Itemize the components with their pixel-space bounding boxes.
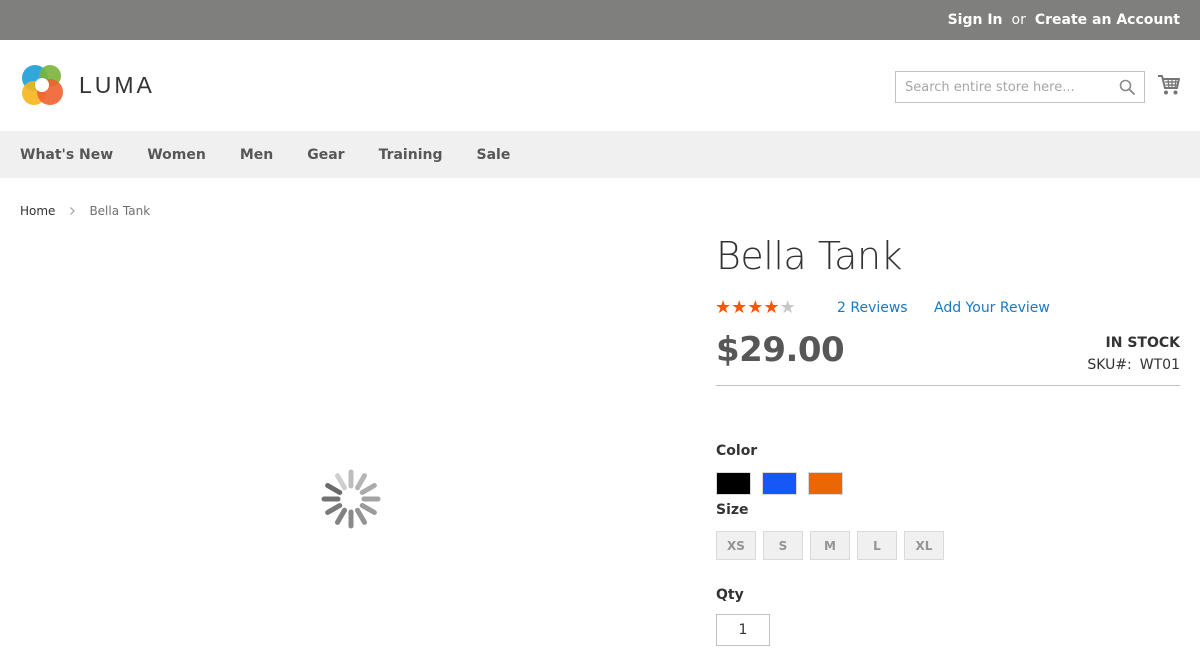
size-option-m[interactable]: M <box>810 531 850 560</box>
color-swatch-orange[interactable] <box>808 472 843 495</box>
nav-item-training[interactable]: Training <box>379 147 443 163</box>
breadcrumb-home[interactable]: Home <box>20 204 55 218</box>
nav-item-men[interactable]: Men <box>240 147 273 163</box>
search-box <box>895 71 1145 103</box>
size-option-l[interactable]: L <box>857 531 897 560</box>
sku-value: WT01 <box>1139 357 1180 373</box>
nav-item-sale[interactable]: Sale <box>476 147 510 163</box>
star-filled-icon: ★ <box>747 297 764 318</box>
create-account-link[interactable]: Create an Account <box>1035 12 1180 28</box>
breadcrumb: Home Bella Tank <box>20 204 150 218</box>
header: LUMA <box>0 40 1200 131</box>
star-filled-icon: ★ <box>715 297 732 318</box>
rating-stars: ★ ★ ★ ★ ★ <box>715 299 796 317</box>
breadcrumb-current: Bella Tank <box>89 204 151 218</box>
logo[interactable]: LUMA <box>20 62 170 108</box>
header-links: Sign In or Create an Account <box>948 0 1180 40</box>
main-nav: What's New Women Men Gear Training Sale <box>0 131 1200 178</box>
logo-text: LUMA <box>79 71 155 98</box>
search-input[interactable] <box>896 72 1144 102</box>
loading-spinner-icon <box>321 469 381 529</box>
nav-item-whats-new[interactable]: What's New <box>20 147 113 163</box>
divider <box>716 385 1180 386</box>
size-option-xs[interactable]: XS <box>716 531 756 560</box>
top-panel: Sign In or Create an Account <box>0 0 1200 40</box>
chevron-right-icon <box>70 207 76 215</box>
sku-label: SKU#: <box>1087 357 1132 373</box>
star-filled-icon: ★ <box>763 297 780 318</box>
cart-icon[interactable] <box>1157 73 1181 97</box>
star-filled-icon: ★ <box>731 297 748 318</box>
size-option-s[interactable]: S <box>763 531 803 560</box>
color-swatch-black[interactable] <box>716 472 751 495</box>
color-swatch-blue[interactable] <box>762 472 797 495</box>
qty-input[interactable] <box>717 615 769 645</box>
product-title: Bella Tank <box>716 234 903 278</box>
size-option-xl[interactable]: XL <box>904 531 944 560</box>
size-label: Size <box>716 502 749 518</box>
reviews-link[interactable]: 2 Reviews <box>837 300 908 316</box>
product-price: $29.00 <box>716 330 845 370</box>
add-review-link[interactable]: Add Your Review <box>934 300 1050 316</box>
nav-item-women[interactable]: Women <box>147 147 206 163</box>
or-text: or <box>1011 12 1026 28</box>
sku: SKU#: WT01 <box>1087 357 1180 373</box>
qty-box <box>716 614 770 646</box>
sign-in-link[interactable]: Sign In <box>948 12 1003 28</box>
stock-status: IN STOCK <box>1105 335 1180 351</box>
star-empty-icon: ★ <box>779 297 796 318</box>
search-icon[interactable] <box>1119 79 1135 95</box>
luma-logo-icon <box>22 65 63 105</box>
color-label: Color <box>716 443 758 459</box>
qty-label: Qty <box>716 587 744 603</box>
nav-item-gear[interactable]: Gear <box>307 147 344 163</box>
